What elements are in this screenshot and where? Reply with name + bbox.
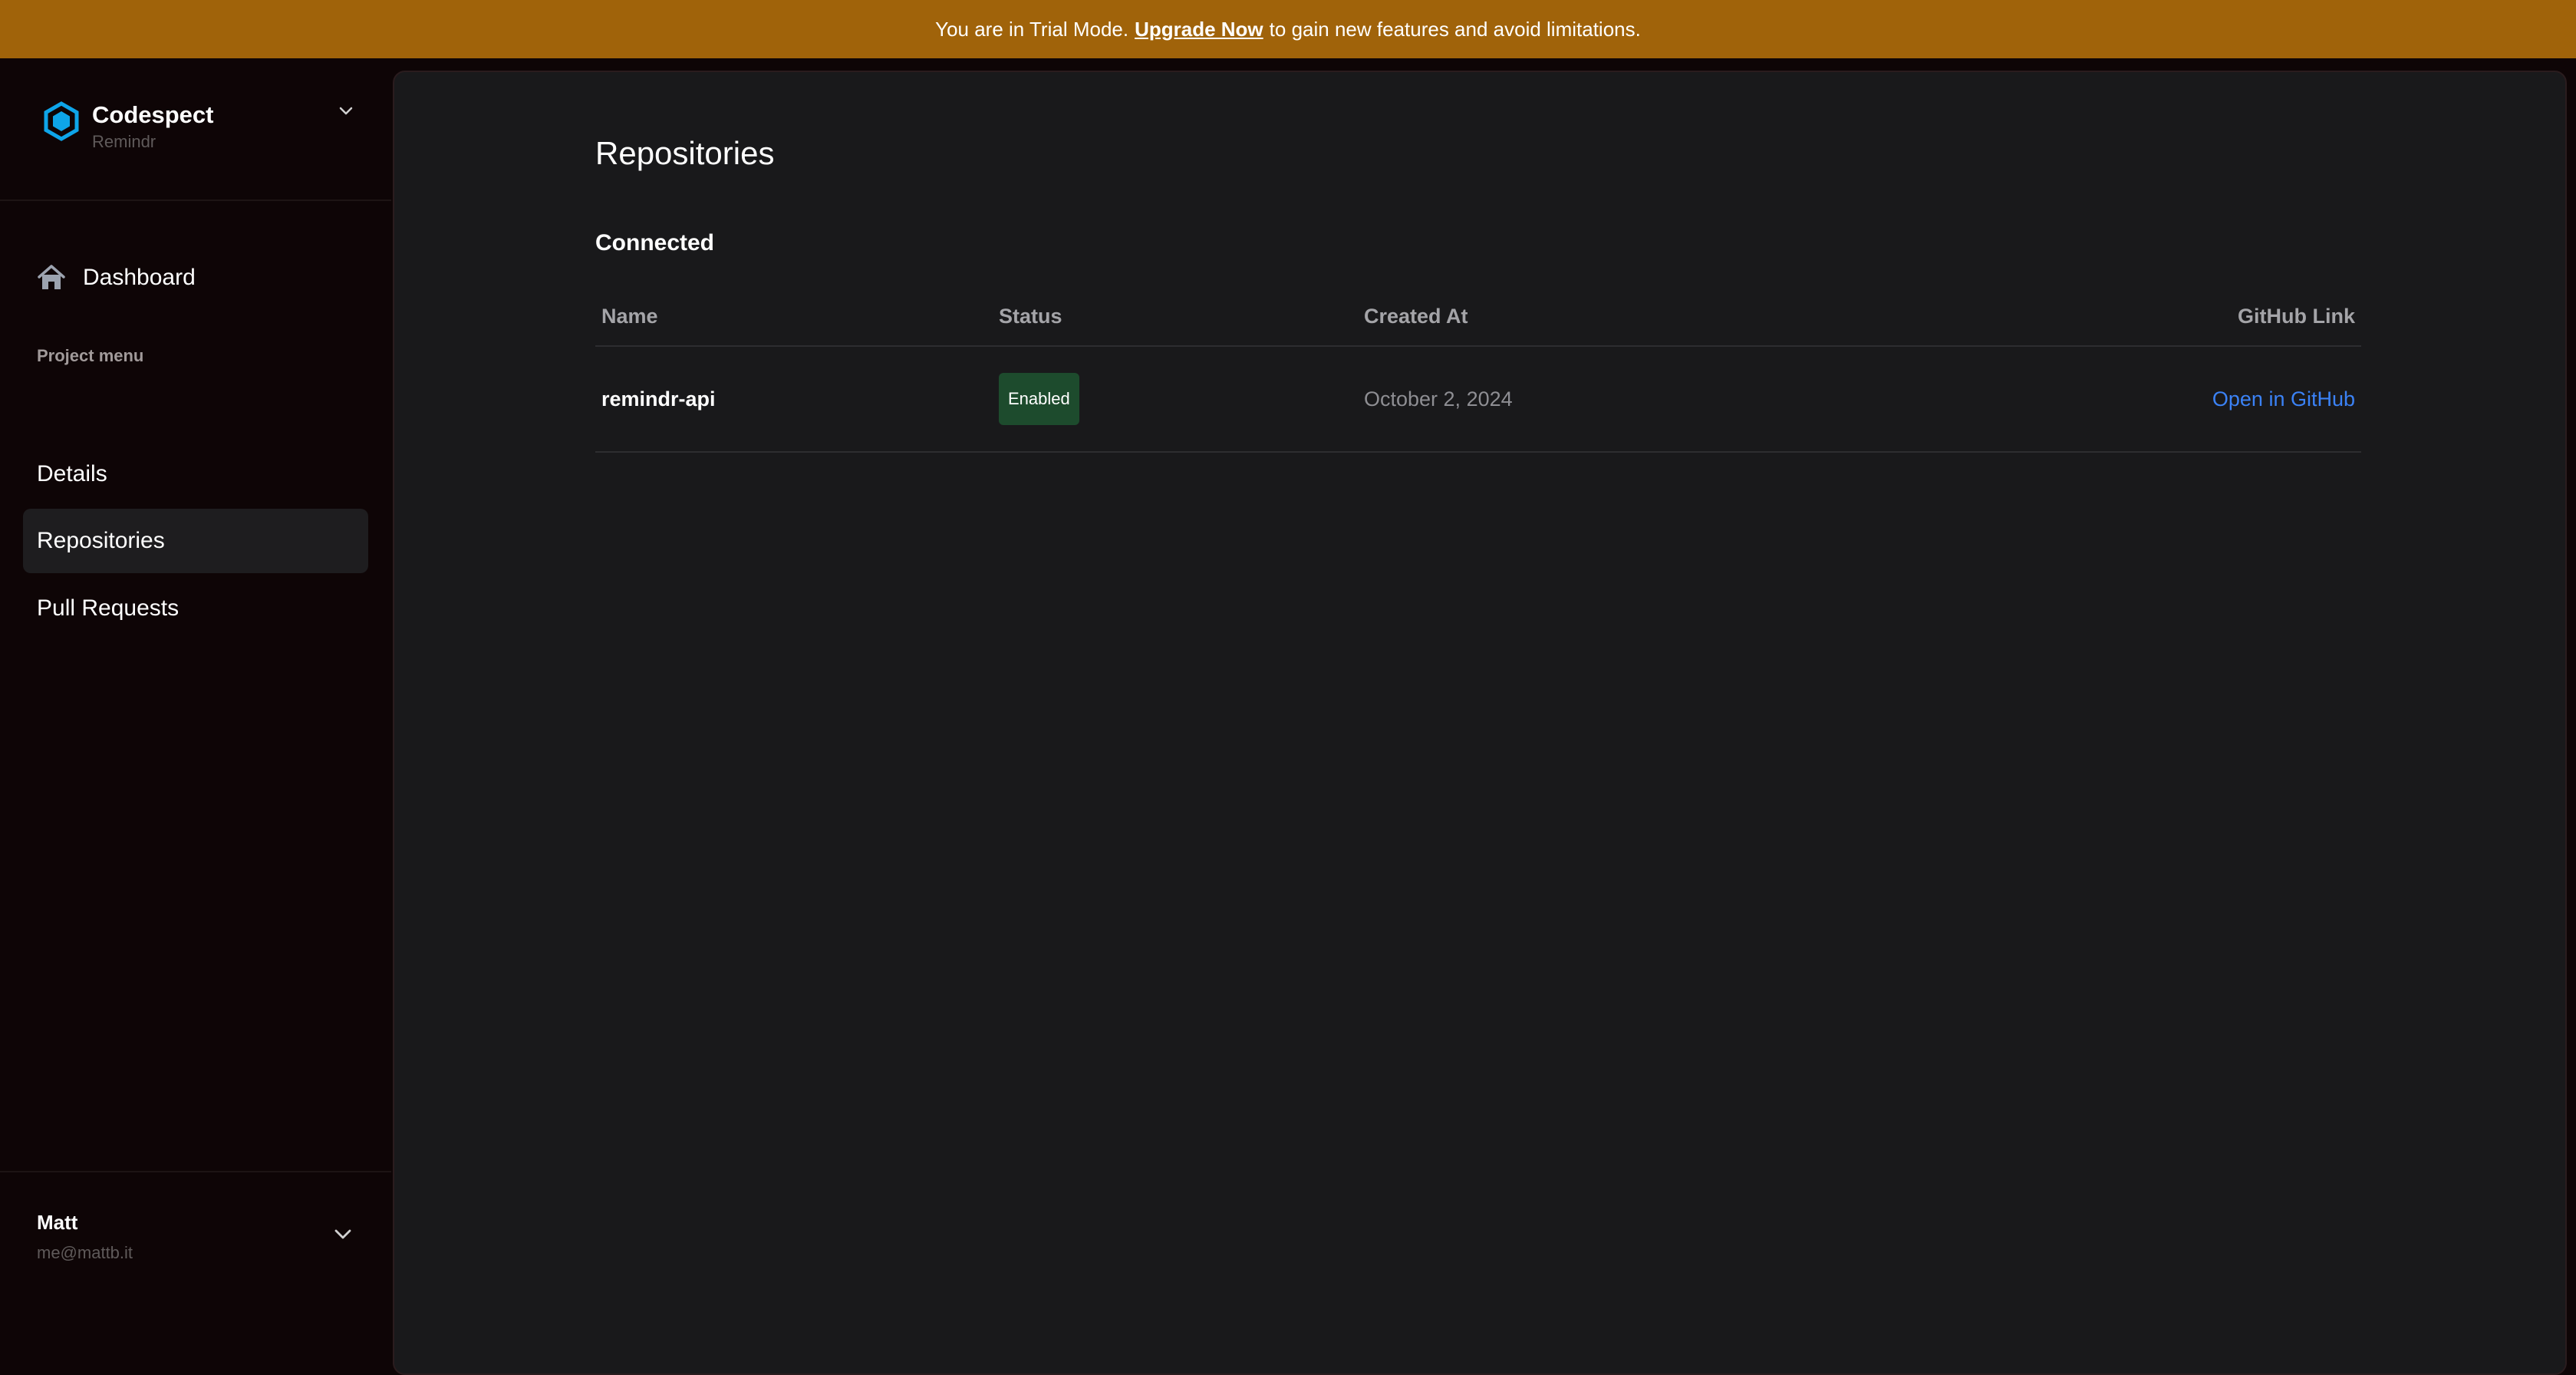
upgrade-now-link[interactable]: Upgrade Now xyxy=(1135,18,1263,41)
status-badge: Enabled xyxy=(999,373,1079,425)
user-name: Matt xyxy=(37,1211,78,1234)
trial-banner-suffix: to gain new features and avoid limitatio… xyxy=(1269,17,1641,41)
project-menu-heading: Project menu xyxy=(37,346,144,365)
sidebar-item-label: Repositories xyxy=(37,528,165,553)
chevron-down-icon[interactable] xyxy=(334,100,357,123)
sidebar-item-details[interactable]: Details xyxy=(23,442,368,506)
open-in-github-link[interactable]: Open in GitHub xyxy=(2212,387,2355,411)
created-at: October 2, 2024 xyxy=(1364,387,1513,411)
user-email: me@mattb.it xyxy=(37,1243,133,1262)
column-header-created-at: Created At xyxy=(1364,304,1468,328)
main-content: Repositories Connected Name Status Creat… xyxy=(393,71,2567,1375)
status-cell: Enabled xyxy=(999,347,1079,451)
column-header-name: Name xyxy=(601,304,658,328)
sidebar-item-dashboard[interactable]: Dashboard xyxy=(23,232,368,324)
section-title: Connected xyxy=(595,230,715,256)
trial-banner: You are in Trial Mode. Upgrade Now to ga… xyxy=(0,0,2576,58)
user-menu[interactable]: Matt me@mattb.it xyxy=(0,1171,391,1361)
project-name: Remindr xyxy=(92,132,156,151)
sidebar-item-label: Dashboard xyxy=(83,265,196,290)
project-switcher[interactable]: Codespect Remindr xyxy=(0,58,391,201)
link-cell: Open in GitHub xyxy=(2212,347,2355,451)
sidebar-item-label: Pull Requests xyxy=(37,595,180,621)
trial-banner-text: You are in Trial Mode. xyxy=(935,17,1129,41)
chevron-down-icon[interactable] xyxy=(330,1222,356,1248)
sidebar-item-pull-requests[interactable]: Pull Requests xyxy=(23,576,368,641)
repo-name: remindr-api xyxy=(601,387,716,411)
sidebar-item-repositories[interactable]: Repositories xyxy=(23,509,368,573)
column-header-status: Status xyxy=(999,304,1062,328)
repositories-table: Name Status Created At GitHub Link remin… xyxy=(595,287,2361,453)
table-header: Name Status Created At GitHub Link xyxy=(595,287,2361,347)
sidebar-item-label: Details xyxy=(37,461,107,486)
page-title: Repositories xyxy=(595,135,775,171)
hexagon-logo-icon xyxy=(44,101,79,141)
brand-name: Codespect xyxy=(92,101,214,128)
sidebar: Codespect Remindr Dashboard Project menu… xyxy=(0,58,391,1361)
table-row: remindr-api Enabled October 2, 2024 Open… xyxy=(595,347,2361,453)
column-header-github-link: GitHub Link xyxy=(2238,304,2355,328)
home-icon xyxy=(38,265,65,289)
